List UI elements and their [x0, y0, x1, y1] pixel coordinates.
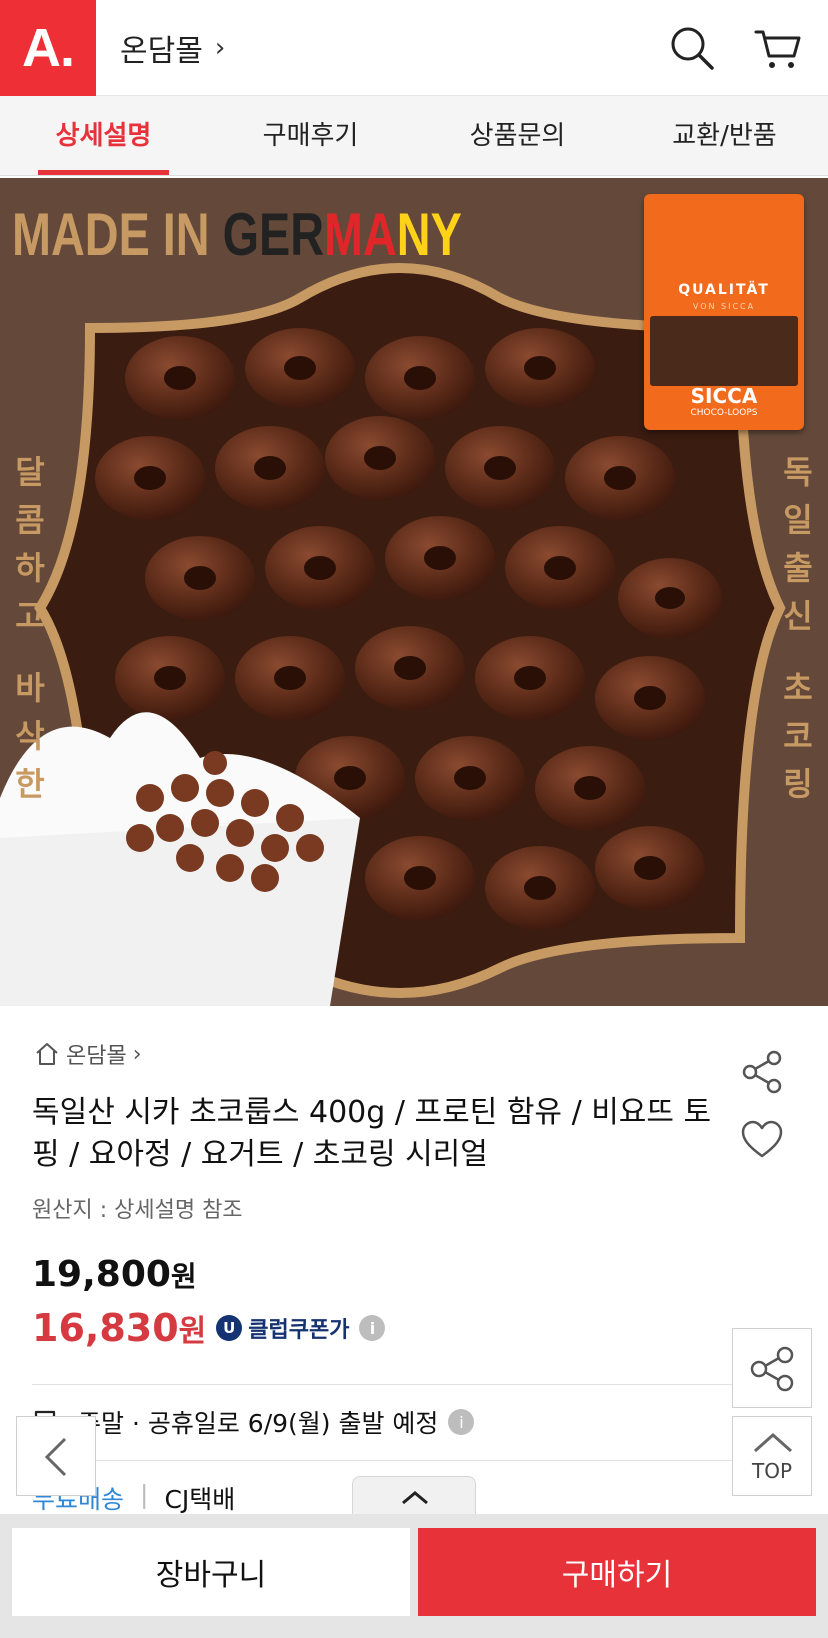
back-button[interactable]: [16, 1416, 96, 1496]
shipping-schedule-text: 주말 · 공휴일로 6/9(월) 출발 예정: [78, 1409, 439, 1438]
left-caption-char: 하: [15, 549, 45, 587]
buy-now-button[interactable]: 구매하기: [418, 1528, 816, 1616]
bottom-sheet-handle[interactable]: [352, 1476, 476, 1516]
cart-icon[interactable]: [752, 22, 804, 74]
left-caption-char: 바: [15, 669, 45, 707]
left-caption-char: 고: [15, 597, 45, 635]
heart-icon[interactable]: [740, 1118, 784, 1162]
scroll-top-label: TOP: [751, 1459, 793, 1483]
right-caption-char: 독: [783, 453, 813, 491]
tab-exchange-return[interactable]: 교환/반품: [621, 96, 828, 175]
product-package-image: QUALITÄT VON SICCA SICCA CHOCO-LOOPS: [644, 194, 804, 430]
info-icon[interactable]: i: [359, 1315, 386, 1341]
detail-tabs: 상세설명 구매후기 상품문의 교환/반품: [0, 96, 828, 176]
package-window: [650, 316, 798, 386]
germany-part-3: NY: [396, 201, 462, 268]
home-icon: [36, 1043, 58, 1065]
app-logo[interactable]: A.: [0, 0, 96, 96]
left-caption-char: 달: [15, 453, 45, 491]
bottom-action-bar: 장바구니 구매하기: [0, 1514, 828, 1638]
carrier-name: CJ택배: [164, 1485, 236, 1514]
sale-price: 16,830 원 U 클럽쿠폰가 i: [32, 1306, 386, 1350]
currency-unit: 원: [170, 1260, 197, 1293]
add-to-cart-button[interactable]: 장바구니: [12, 1528, 410, 1616]
tab-description[interactable]: 상세설명: [0, 96, 207, 175]
left-caption-char: 한: [15, 765, 45, 803]
made-in-text: MADE IN: [12, 201, 223, 268]
store-title-link[interactable]: 온담몰 ›: [120, 26, 225, 70]
tab-qna[interactable]: 상품문의: [414, 96, 621, 175]
separator: |: [140, 1480, 149, 1509]
store-name: 온담몰: [120, 34, 203, 69]
club-coupon-label: 클럽쿠폰가: [248, 1318, 350, 1343]
share-icon[interactable]: [738, 1048, 786, 1096]
original-price: 19,800원: [32, 1254, 197, 1295]
search-icon[interactable]: [666, 22, 718, 74]
chevron-left-icon: [44, 1437, 67, 1477]
floating-share-button[interactable]: [732, 1328, 812, 1408]
chevron-right-icon: ›: [132, 1041, 142, 1067]
package-brand: SICCA: [690, 384, 758, 408]
left-caption-char: 삭: [15, 717, 45, 755]
right-caption-char: 출: [783, 549, 813, 587]
product-origin: 원산지 : 상세설명 참조: [32, 1198, 243, 1223]
club-coupon-price: U 클럽쿠폰가 i: [216, 1312, 386, 1344]
chevron-up-icon: [402, 1491, 428, 1505]
made-in-germany-banner: MADE IN GERMANY: [12, 200, 462, 269]
divider: [32, 1384, 796, 1385]
right-caption-char: 초: [783, 669, 813, 707]
left-caption-gap: [8, 640, 52, 664]
germany-part-2: MA: [324, 201, 397, 268]
info-icon[interactable]: i: [448, 1409, 475, 1435]
right-vertical-caption: 독 일 출 신 초 코 링: [776, 448, 820, 808]
tab-reviews[interactable]: 구매후기: [207, 96, 414, 175]
currency-unit: 원: [178, 1314, 207, 1349]
chevron-up-icon: [754, 1432, 792, 1453]
original-price-value: 19,800: [32, 1254, 171, 1295]
store-breadcrumb[interactable]: 온담몰 ›: [34, 1038, 142, 1070]
club-coupon-badge-icon: U: [216, 1315, 243, 1341]
divider: [32, 1460, 796, 1461]
package-qualitat-text: QUALITÄT: [678, 282, 770, 298]
right-caption-char: 코: [783, 717, 813, 755]
right-caption-char: 링: [783, 765, 813, 803]
right-caption-gap: [776, 640, 820, 664]
package-subtitle: CHOCO-LOOPS: [690, 408, 758, 418]
shipping-schedule: 주말 · 공휴일로 6/9(월) 출발 예정 i: [34, 1404, 475, 1440]
right-caption-char: 신: [783, 597, 813, 635]
scroll-top-button[interactable]: TOP: [732, 1416, 812, 1496]
sale-price-value: 16,830: [32, 1306, 179, 1350]
share-icon: [750, 1346, 794, 1392]
chevron-right-icon: ›: [214, 33, 226, 63]
product-title: 독일산 시카 초코룹스 400g / 프로틴 함유 / 비요뜨 토핑 / 요아정…: [32, 1095, 712, 1172]
breadcrumb-store-name: 온담몰: [66, 1044, 127, 1069]
product-image: MADE IN GERMANY 달 콤 하 고 바 삭 한 독 일 출 신 초 …: [0, 178, 828, 1006]
left-vertical-caption: 달 콤 하 고 바 삭 한: [8, 448, 52, 808]
package-von-text: VON SICCA: [692, 302, 756, 311]
top-header: A. 온담몰 ›: [0, 0, 828, 96]
germany-part-1: GER: [222, 201, 325, 268]
product-page: A. 온담몰 › 상세설명 구매후기 상품문의 교환/반품 MADE IN GE…: [0, 0, 828, 1638]
left-caption-char: 콤: [15, 501, 45, 539]
right-caption-char: 일: [783, 501, 813, 539]
